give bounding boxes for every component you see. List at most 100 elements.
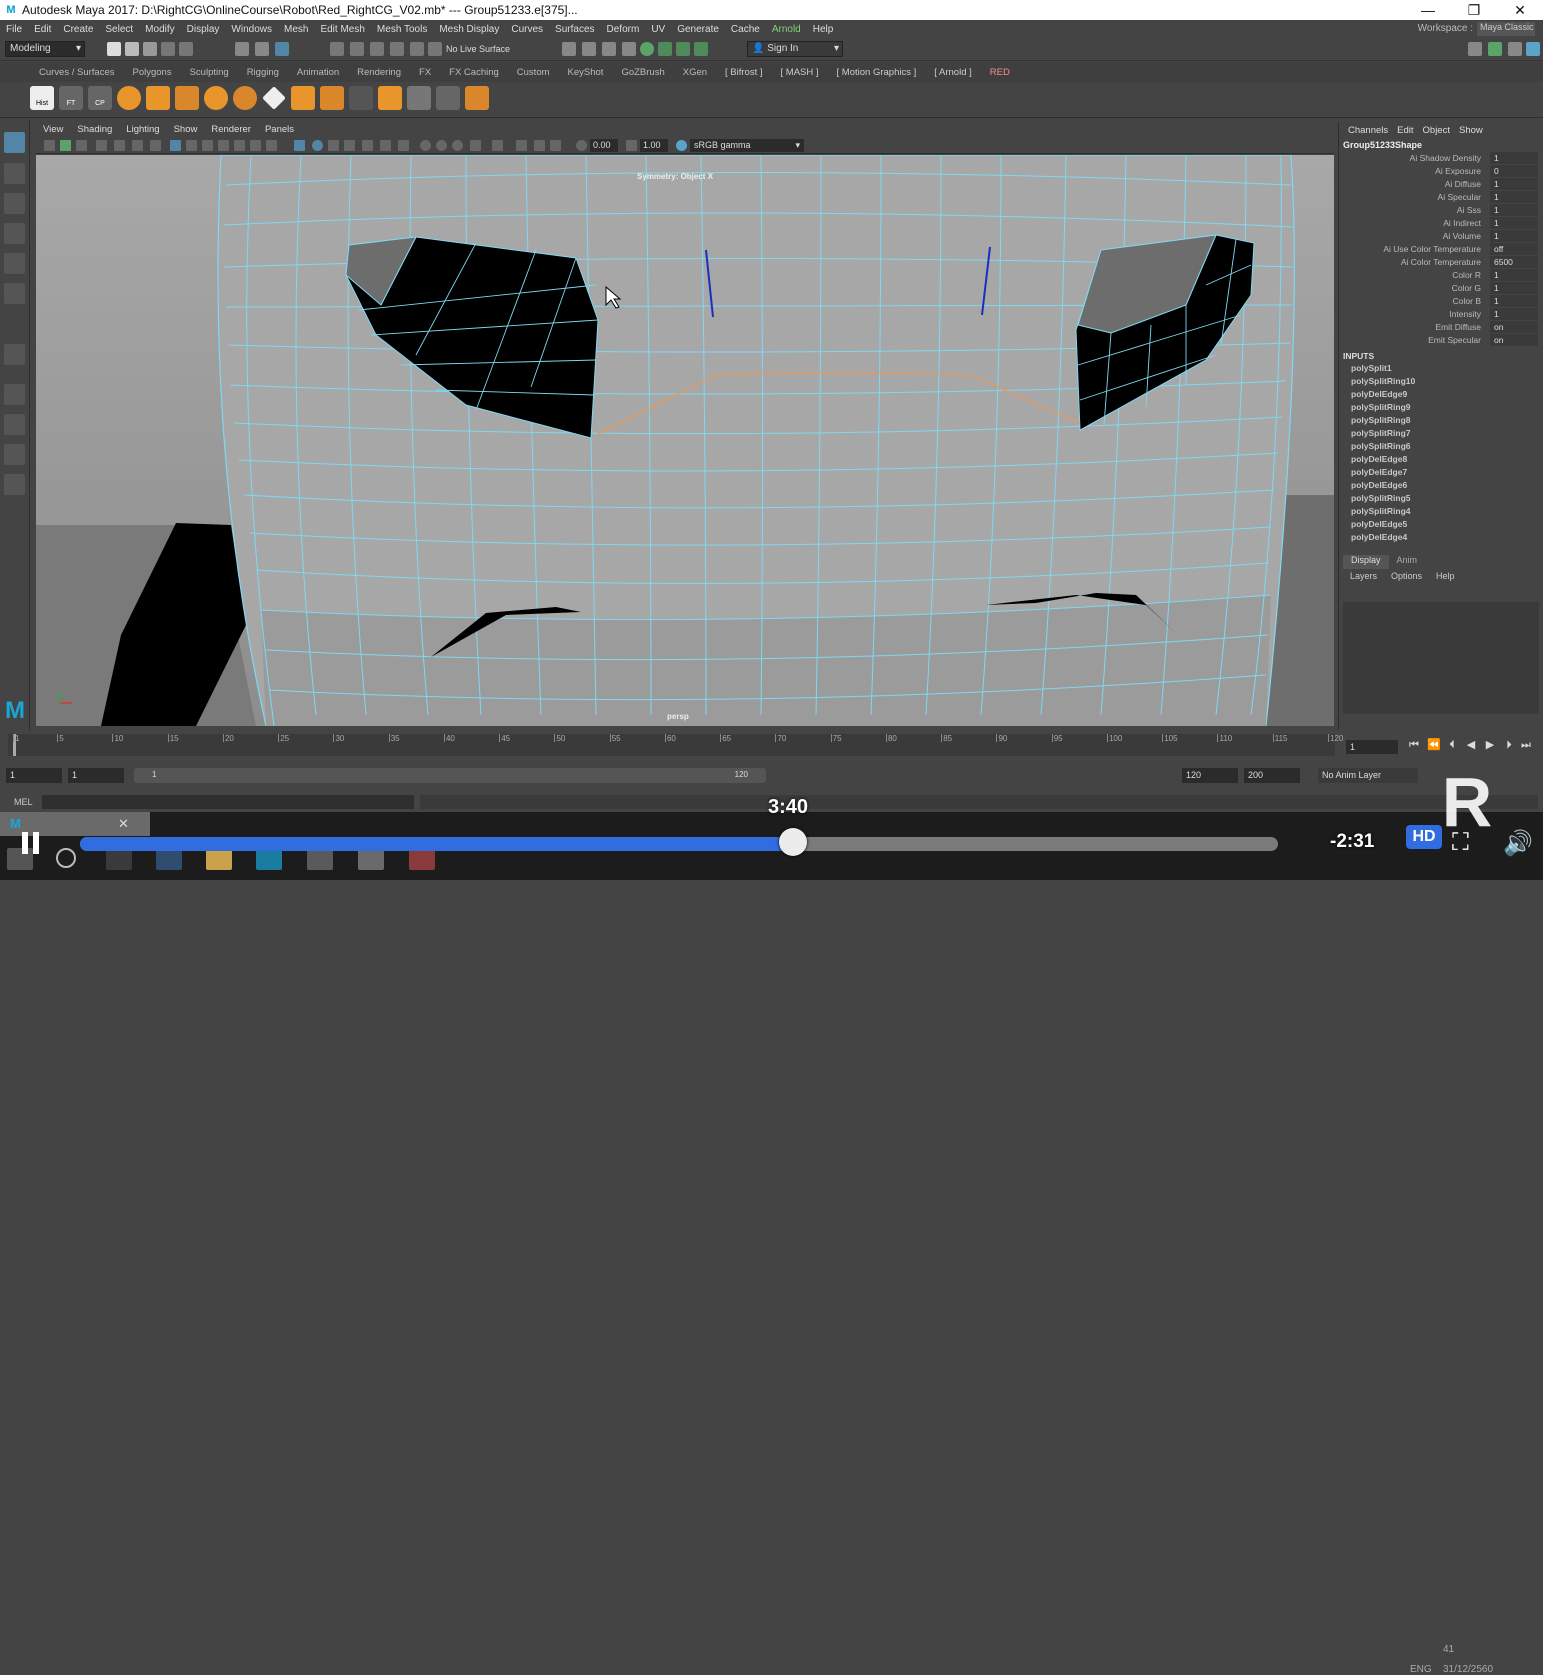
menu-select[interactable]: Select (99, 24, 139, 35)
menu-curves[interactable]: Curves (505, 24, 549, 35)
shelf-tab-fx-caching[interactable]: FX Caching (440, 67, 508, 78)
paint-select-tool-icon[interactable] (4, 193, 25, 214)
mail-icon[interactable] (156, 848, 182, 870)
attribute-value[interactable]: 1 (1490, 191, 1538, 203)
shelf-tab-gozbrush[interactable]: GoZBrush (612, 67, 673, 78)
input-node[interactable]: polyDelEdge7 (1339, 467, 1543, 480)
tray-date[interactable]: 31/12/2560 (1443, 1664, 1493, 1675)
attribute-value[interactable]: 1 (1490, 282, 1538, 294)
attribute-row[interactable]: Color G 1 (1339, 282, 1543, 295)
attribute-row[interactable]: Ai Volume 1 (1339, 230, 1543, 243)
snap-grid-icon[interactable] (330, 42, 344, 56)
fullscreen-icon[interactable]: ⛶ (1452, 829, 1469, 857)
anti-alias-icon[interactable] (398, 140, 409, 151)
attribute-value[interactable]: 1 (1490, 295, 1538, 307)
bookmark-icon[interactable] (76, 140, 87, 151)
attribute-row[interactable]: Ai Diffuse 1 (1339, 178, 1543, 191)
attribute-row[interactable]: Intensity 1 (1339, 308, 1543, 321)
input-node[interactable]: polySplitRing6 (1339, 441, 1543, 454)
select-component-icon[interactable] (275, 42, 289, 56)
shelf-tab-polygons[interactable]: Polygons (124, 67, 181, 78)
attribute-row[interactable]: Emit Diffuse on (1339, 321, 1543, 334)
render-settings-icon[interactable] (622, 42, 636, 56)
arnold-render-icon[interactable] (658, 42, 672, 56)
menu-arnold[interactable]: Arnold (766, 24, 807, 35)
input-node[interactable]: polySplit1 (1339, 363, 1543, 376)
attribute-row[interactable]: Ai Exposure 0 (1339, 165, 1543, 178)
attribute-row[interactable]: Ai Shadow Density 1 (1339, 152, 1543, 165)
channel-box-icon[interactable] (1526, 42, 1540, 56)
hdr-icon[interactable] (452, 140, 463, 151)
save-scene-icon[interactable] (143, 42, 157, 56)
task-view-icon[interactable] (106, 848, 132, 870)
lasso-tool-icon[interactable] (4, 163, 25, 184)
app-icon-2[interactable] (409, 848, 435, 870)
panel-layout-icon[interactable] (516, 140, 527, 151)
viewport-persp[interactable]: Symmetry: Object X persp (36, 155, 1334, 726)
play-backward-icon[interactable]: ◀ (1465, 739, 1477, 751)
maya-taskbar-icon[interactable] (256, 848, 282, 870)
attribute-value[interactable]: 0 (1490, 165, 1538, 177)
color-management-icon[interactable] (676, 140, 687, 151)
grid-toggle-icon[interactable] (114, 140, 125, 151)
select-hierarchy-icon[interactable] (235, 42, 249, 56)
attribute-value[interactable]: 1 (1490, 308, 1538, 320)
ipr-render-icon[interactable] (602, 42, 616, 56)
close-button[interactable]: ✕ (1497, 2, 1543, 19)
attribute-row[interactable]: Ai Color Temperature 6500 (1339, 256, 1543, 269)
camera-lock-icon[interactable] (492, 140, 503, 151)
shelf-tab-rendering[interactable]: Rendering (348, 67, 410, 78)
camera-attributes-icon[interactable] (60, 140, 71, 151)
attribute-row[interactable]: Ai Indirect 1 (1339, 217, 1543, 230)
anim-layer-dropdown[interactable]: No Anim Layer (1318, 768, 1418, 783)
viewport-menu-shading[interactable]: Shading (70, 124, 119, 135)
wireframe-icon[interactable] (170, 140, 181, 151)
poly-sphere-icon[interactable] (117, 86, 141, 110)
input-node[interactable]: polyDelEdge4 (1339, 532, 1543, 545)
sign-in-button[interactable]: 👤 Sign In ▾ (747, 41, 843, 57)
arnold-ipr-icon[interactable] (676, 42, 690, 56)
textured-icon[interactable] (218, 140, 229, 151)
menu-create[interactable]: Create (57, 24, 99, 35)
shelf-tab-curves-surfaces[interactable]: Curves / Surfaces (30, 67, 124, 78)
input-node[interactable]: polyDelEdge6 (1339, 480, 1543, 493)
menu-edit-mesh[interactable]: Edit Mesh (314, 24, 370, 35)
viewport-menu-show[interactable]: Show (167, 124, 205, 135)
hd-quality-button[interactable]: HD (1406, 825, 1442, 849)
panel-split-icon[interactable] (534, 140, 545, 151)
film-gate-icon[interactable] (132, 140, 143, 151)
input-node[interactable]: polyDelEdge5 (1339, 519, 1543, 532)
channel-menu-object[interactable]: Object (1420, 125, 1456, 136)
poly-torus-icon[interactable] (204, 86, 228, 110)
video-progress-knob[interactable] (778, 828, 807, 856)
menu-set-dropdown[interactable]: Modeling ▾ (5, 41, 85, 57)
separate-icon[interactable] (378, 86, 402, 110)
attribute-row[interactable]: Color R 1 (1339, 269, 1543, 282)
workspace-dropdown[interactable]: Maya Classic (1477, 22, 1535, 36)
attribute-row[interactable]: Color B 1 (1339, 295, 1543, 308)
isolate-select-icon[interactable] (294, 140, 305, 151)
menu-edit[interactable]: Edit (28, 24, 57, 35)
ssao-icon[interactable] (436, 140, 447, 151)
attribute-editor-icon[interactable] (1488, 42, 1502, 56)
mel-input[interactable] (42, 795, 414, 809)
attribute-value[interactable]: 1 (1490, 204, 1538, 216)
ambient-occlusion-icon[interactable] (266, 140, 277, 151)
attribute-value[interactable]: 1 (1490, 152, 1538, 164)
input-node[interactable]: polySplitRing8 (1339, 415, 1543, 428)
step-forward-key-icon[interactable]: ⏵ (1503, 739, 1515, 751)
open-scene-icon[interactable] (125, 42, 139, 56)
mel-label[interactable]: MEL (14, 797, 33, 807)
resolution-gate-icon[interactable] (150, 140, 161, 151)
shelf-tab-xgen[interactable]: XGen (674, 67, 716, 78)
viewport-menu-panels[interactable]: Panels (258, 124, 301, 135)
menu-help[interactable]: Help (807, 24, 840, 35)
snap-view-icon[interactable] (390, 42, 404, 56)
input-node[interactable]: polySplitRing5 (1339, 493, 1543, 506)
two-view-layout-icon[interactable] (4, 444, 25, 465)
search-icon[interactable] (56, 848, 76, 868)
exposure-field[interactable]: 0.00 (590, 139, 618, 152)
four-view-layout-icon[interactable] (4, 414, 25, 435)
input-node[interactable]: polySplitRing4 (1339, 506, 1543, 519)
attribute-row[interactable]: Ai Sss 1 (1339, 204, 1543, 217)
